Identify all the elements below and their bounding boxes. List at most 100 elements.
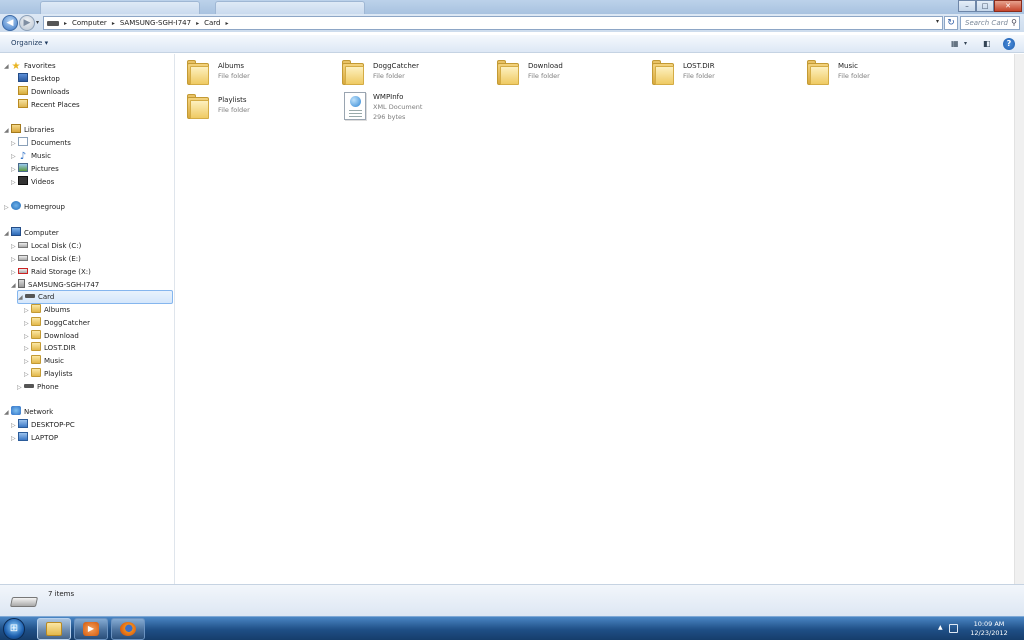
action-center-icon[interactable] [949, 624, 958, 633]
folder-item[interactable]: LOST.DIR File folder [652, 60, 802, 90]
chevron-right-icon[interactable]: ▸ [196, 20, 199, 27]
nav-phone[interactable]: ▷ Phone [17, 381, 59, 393]
folder-item[interactable]: Albums File folder [187, 60, 337, 90]
nav-card-folder[interactable]: ▷ DoggCatcher [24, 317, 90, 329]
drive-icon [47, 20, 59, 26]
search-icon[interactable]: ⚲ [1011, 17, 1017, 29]
nav-card-folder[interactable]: ▷ Download [24, 330, 79, 342]
nav-raid-storage[interactable]: ▷ Raid Storage (X:) [11, 266, 91, 278]
expand-arrow-icon[interactable]: ▷ [4, 202, 11, 214]
folder-item[interactable]: Download File folder [497, 60, 647, 90]
back-button[interactable]: ◀ [2, 15, 18, 31]
vertical-scrollbar[interactable] [1014, 54, 1024, 584]
nav-favorites[interactable]: ◢ ★ Favorites [4, 60, 56, 72]
recent-pages-dropdown-icon[interactable]: ▾ [36, 19, 39, 26]
expand-arrow-icon[interactable]: ▷ [11, 241, 18, 253]
item-name: Albums [218, 62, 245, 70]
nav-recent-places-label: Recent Places [31, 101, 80, 109]
nav-pictures[interactable]: ▷ Pictures [11, 163, 59, 175]
minimize-button[interactable]: – [958, 0, 976, 12]
nav-homegroup[interactable]: ▷ Homegroup [4, 201, 65, 213]
expand-arrow-icon[interactable]: ▷ [11, 420, 18, 432]
start-button[interactable]: ⊞ [3, 618, 25, 640]
preview-pane-icon[interactable]: ◧ [983, 39, 991, 48]
nav-videos[interactable]: ▷ Videos [11, 176, 54, 188]
chevron-right-icon[interactable]: ▸ [112, 20, 115, 27]
folder-item[interactable]: Music File folder [807, 60, 957, 90]
chevron-right-icon[interactable]: ▸ [64, 20, 67, 27]
maximize-button[interactable]: □ [976, 0, 994, 12]
collapse-arrow-icon[interactable]: ◢ [18, 292, 25, 304]
collapse-arrow-icon[interactable]: ◢ [4, 228, 11, 240]
nav-desktop[interactable]: Desktop [18, 73, 60, 85]
system-tray: ▲ 10:09 AM 12/23/2012 [934, 617, 1024, 640]
change-view-icon[interactable]: ▦ [951, 39, 959, 48]
nav-local-disk-e[interactable]: ▷ Local Disk (E:) [11, 253, 81, 265]
nav-card-folder[interactable]: ▷ Playlists [24, 368, 73, 380]
show-hidden-icons-button[interactable]: ▲ [938, 624, 943, 631]
clock[interactable]: 10:09 AM 12/23/2012 [964, 620, 1014, 638]
help-icon[interactable]: ? [1003, 38, 1015, 50]
expand-arrow-icon[interactable]: ▷ [24, 305, 31, 317]
nav-local-disk-c[interactable]: ▷ Local Disk (C:) [11, 240, 81, 252]
expand-arrow-icon[interactable]: ▷ [24, 356, 31, 368]
nav-desktop-label: Desktop [31, 75, 60, 83]
nav-network-label: Network [24, 408, 54, 416]
item-name: Playlists [218, 96, 247, 104]
folder-item[interactable]: DoggCatcher File folder [342, 60, 492, 90]
nav-network[interactable]: ◢ Network [4, 406, 53, 418]
nav-libraries[interactable]: ◢ Libraries [4, 124, 54, 136]
expand-arrow-icon[interactable]: ▷ [11, 254, 18, 266]
expand-arrow-icon[interactable]: ▷ [11, 433, 18, 445]
search-input[interactable]: Search Card ⚲ [960, 16, 1020, 30]
hard-drive-icon [18, 255, 28, 261]
nav-recent-places[interactable]: Recent Places [18, 99, 80, 111]
expand-arrow-icon[interactable]: ▷ [11, 267, 18, 279]
network-drive-disconnected-icon [18, 268, 28, 274]
forward-button[interactable]: ▶ [19, 15, 35, 31]
nav-laptop[interactable]: ▷ LAPTOP [11, 432, 58, 444]
expand-arrow-icon[interactable]: ▷ [11, 138, 18, 150]
background-tab [215, 1, 365, 14]
nav-downloads[interactable]: Downloads [18, 86, 69, 98]
breadcrumb-device[interactable]: SAMSUNG-SGH-I747 [120, 19, 191, 27]
nav-computer[interactable]: ◢ Computer [4, 227, 59, 239]
expand-arrow-icon[interactable]: ▷ [11, 164, 18, 176]
nav-device-label: SAMSUNG-SGH-I747 [28, 281, 100, 289]
expand-arrow-icon[interactable]: ▷ [24, 369, 31, 381]
taskbar-firefox-button[interactable] [111, 618, 145, 640]
nav-card-folder[interactable]: ▷ Albums [24, 304, 70, 316]
collapse-arrow-icon[interactable]: ◢ [4, 407, 11, 419]
clock-date: 12/23/2012 [970, 629, 1008, 637]
refresh-button[interactable]: ↻ [944, 16, 958, 30]
organize-menu-button[interactable]: Organize ▾ [11, 39, 48, 47]
command-bar: Organize ▾ ▦ ▾ ◧ ? [0, 35, 1024, 53]
breadcrumb-card[interactable]: Card [204, 19, 220, 27]
expand-arrow-icon[interactable]: ▷ [11, 151, 18, 163]
expand-arrow-icon[interactable]: ▷ [11, 177, 18, 189]
nav-card-folder[interactable]: ▷ Music [24, 355, 64, 367]
collapse-arrow-icon[interactable]: ◢ [4, 125, 11, 137]
nav-card[interactable]: ◢ Card [17, 290, 173, 304]
close-button[interactable]: ✕ [994, 0, 1022, 12]
breadcrumb-computer[interactable]: Computer [72, 19, 107, 27]
nav-card-folder[interactable]: ▷ LOST.DIR [24, 342, 76, 354]
expand-arrow-icon[interactable]: ▷ [17, 382, 24, 394]
nav-desktop-pc[interactable]: ▷ DESKTOP-PC [11, 419, 75, 431]
homegroup-icon [11, 201, 21, 210]
address-history-dropdown-icon[interactable]: ▾ [936, 18, 939, 25]
folder-item[interactable]: Playlists File folder [187, 94, 337, 124]
expand-arrow-icon[interactable]: ▷ [24, 318, 31, 330]
taskbar-explorer-button[interactable] [37, 618, 71, 640]
chevron-right-icon[interactable]: ▸ [226, 20, 229, 27]
view-options-dropdown-icon[interactable]: ▾ [964, 40, 967, 47]
taskbar-media-player-button[interactable]: ▶ [74, 618, 108, 640]
address-bar[interactable]: ▸ Computer ▸ SAMSUNG-SGH-I747 ▸ Card ▸ ▾ [43, 16, 943, 30]
expand-arrow-icon[interactable]: ▷ [24, 343, 31, 355]
xml-file-item[interactable]: WMPInfo XML Document 296 bytes [344, 92, 494, 126]
collapse-arrow-icon[interactable]: ◢ [4, 61, 11, 73]
clock-time: 10:09 AM [973, 620, 1005, 628]
folder-icon [31, 330, 41, 339]
nav-music[interactable]: ▷ ♪ Music [11, 150, 51, 162]
nav-documents[interactable]: ▷ Documents [11, 137, 71, 149]
